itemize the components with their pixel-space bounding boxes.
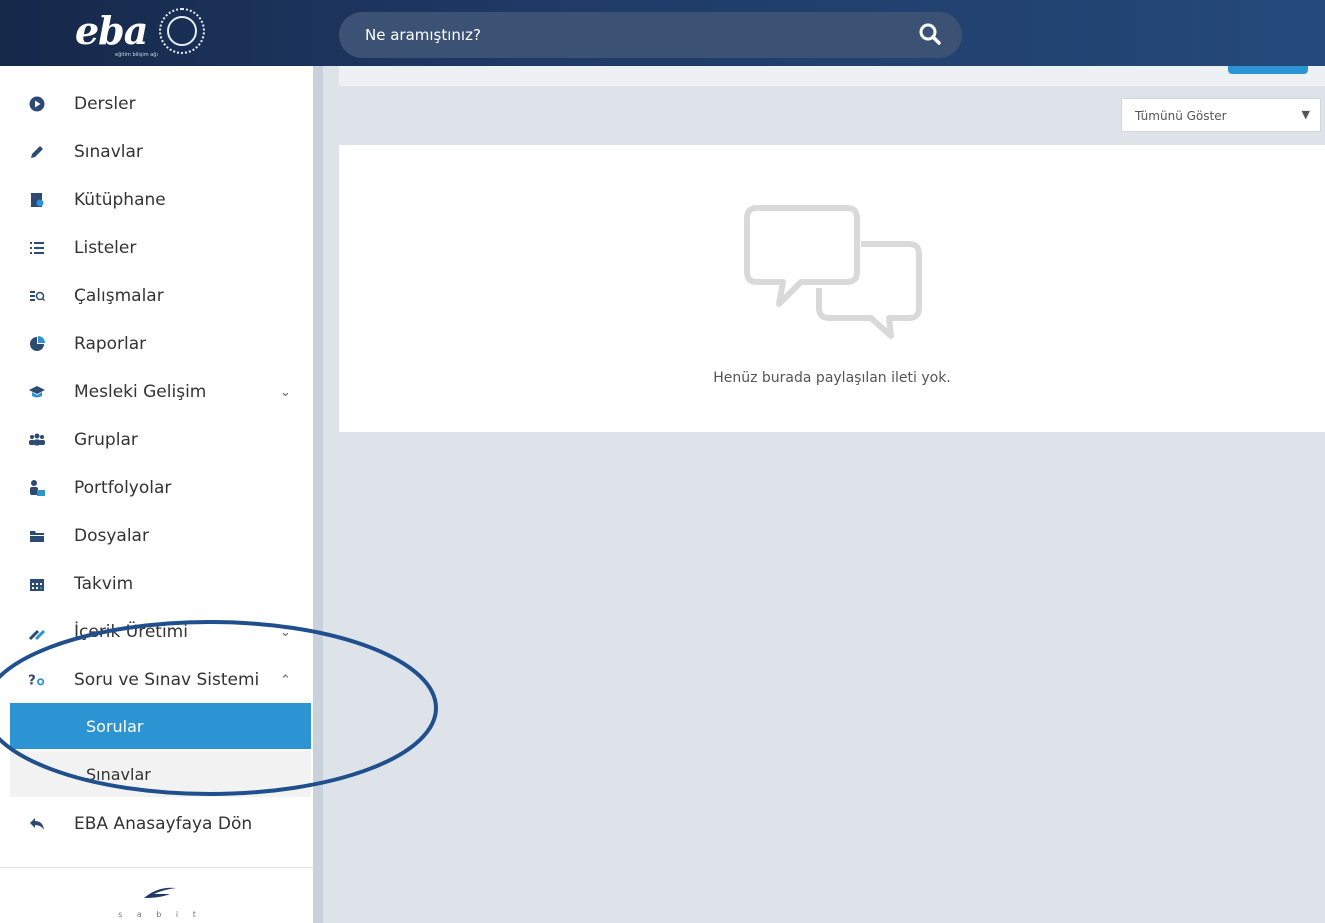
sidebar-item-raporlar[interactable]: Raporlar xyxy=(0,321,313,367)
sidebar-item-soru-ve-sinav-sistemi[interactable]: ? Soru ve Sınav Sistemi ⌃ xyxy=(0,657,313,703)
sidebar-item-label: Çalışmalar xyxy=(74,286,164,306)
logo-subtitle: eğitim bilişim ağı xyxy=(115,52,158,58)
sidebar-item-label: Mesleki Gelişim xyxy=(74,382,207,402)
bottom-brand-logo: s a b i t xyxy=(100,884,220,923)
sidebar-item-label: Kütüphane xyxy=(74,190,166,210)
sidebar-item-label: EBA Anasayfaya Dön xyxy=(74,814,253,834)
chat-bubbles-icon xyxy=(744,205,922,339)
content-header-strip xyxy=(339,66,1325,86)
sidebar-item-label: Dersler xyxy=(74,94,136,114)
sidebar-item-label: Portfolyolar xyxy=(74,478,172,498)
top-bar: eba eğitim bilişim ağı xyxy=(0,0,1325,66)
calendar-icon xyxy=(28,575,46,593)
empty-state-message: Henüz burada paylaşılan ileti yok. xyxy=(713,370,951,386)
library-icon xyxy=(28,191,46,209)
sidebar-item-icerik-uretimi[interactable]: İçerik Üretimi ⌄ xyxy=(0,609,313,655)
sidebar-subitem-label: Sınavlar xyxy=(86,764,151,784)
search-list-icon xyxy=(28,287,46,305)
sidebar-item-mesleki-gelisim[interactable]: Mesleki Gelişim ⌄ xyxy=(0,369,313,415)
question-icon: ? xyxy=(28,671,46,689)
play-circle-icon xyxy=(28,95,46,113)
chevron-down-icon[interactable]: ⌄ xyxy=(280,385,291,400)
sidebar-item-kutuphane[interactable]: Kütüphane xyxy=(0,177,313,223)
header-action-button[interactable] xyxy=(1228,66,1308,74)
sidebar-item-label: Soru ve Sınav Sistemi xyxy=(74,670,260,690)
sidebar-item-portfolyolar[interactable]: Portfolyolar xyxy=(0,465,313,511)
svg-text:?: ? xyxy=(28,673,36,689)
sidebar-item-calismalar[interactable]: Çalışmalar xyxy=(0,273,313,319)
search-input[interactable] xyxy=(365,26,905,44)
bottom-brand-text: s a b i t xyxy=(118,910,202,919)
user-briefcase-icon xyxy=(28,479,46,497)
filter-selected-value: Tümünü Göster xyxy=(1135,109,1227,123)
sidebar-subitem-sinavlar[interactable]: Sınavlar xyxy=(10,751,311,797)
sidebar-divider xyxy=(0,867,313,868)
sidebar-item-label: Takvim xyxy=(74,574,134,594)
caret-down-icon: ▼ xyxy=(1301,108,1310,121)
search-bar xyxy=(339,12,962,58)
sidebar-item-label: İçerik Üretimi xyxy=(74,622,188,642)
sidebar-subitem-sorular[interactable]: Sorular xyxy=(10,703,311,749)
sidebar-item-takvim[interactable]: Takvim xyxy=(0,561,313,607)
sidebar-edge xyxy=(313,66,323,923)
logo-text: eba xyxy=(75,8,148,53)
sidebar-item-gruplar[interactable]: Gruplar xyxy=(0,417,313,463)
pie-chart-icon xyxy=(28,335,46,353)
folder-icon xyxy=(28,527,46,545)
sidebar-item-label: Listeler xyxy=(74,238,137,258)
filter-select[interactable]: Tümünü Göster ▼ xyxy=(1121,98,1321,132)
users-icon xyxy=(28,431,46,449)
sidebar-item-label: Sınavlar xyxy=(74,142,143,162)
sidebar-item-sinavlar[interactable]: Sınavlar xyxy=(0,129,313,175)
back-to-eba-home-link[interactable]: EBA Anasayfaya Dön xyxy=(0,801,313,847)
graduation-cap-icon xyxy=(28,383,46,401)
tools-icon xyxy=(28,623,46,641)
reply-icon xyxy=(28,815,46,833)
ministry-seal-icon xyxy=(159,8,206,54)
sidebar-item-label: Raporlar xyxy=(74,334,147,354)
chevron-down-icon[interactable]: ⌄ xyxy=(280,625,291,640)
eba-logo[interactable]: eba eğitim bilişim ağı xyxy=(75,8,206,58)
pencil-icon xyxy=(28,143,46,161)
list-icon xyxy=(28,239,46,257)
sidebar-item-label: Dosyalar xyxy=(74,526,149,546)
sidebar-item-dosyalar[interactable]: Dosyalar xyxy=(0,513,313,559)
posts-card: Henüz burada paylaşılan ileti yok. xyxy=(339,145,1325,432)
sidebar-subitem-label: Sorular xyxy=(86,716,144,736)
search-icon[interactable] xyxy=(918,22,942,46)
sidebar-item-dersler[interactable]: Dersler xyxy=(0,81,313,127)
chevron-up-icon[interactable]: ⌃ xyxy=(280,673,291,688)
sidebar-item-listeler[interactable]: Listeler xyxy=(0,225,313,271)
sidebar-item-label: Gruplar xyxy=(74,430,138,450)
